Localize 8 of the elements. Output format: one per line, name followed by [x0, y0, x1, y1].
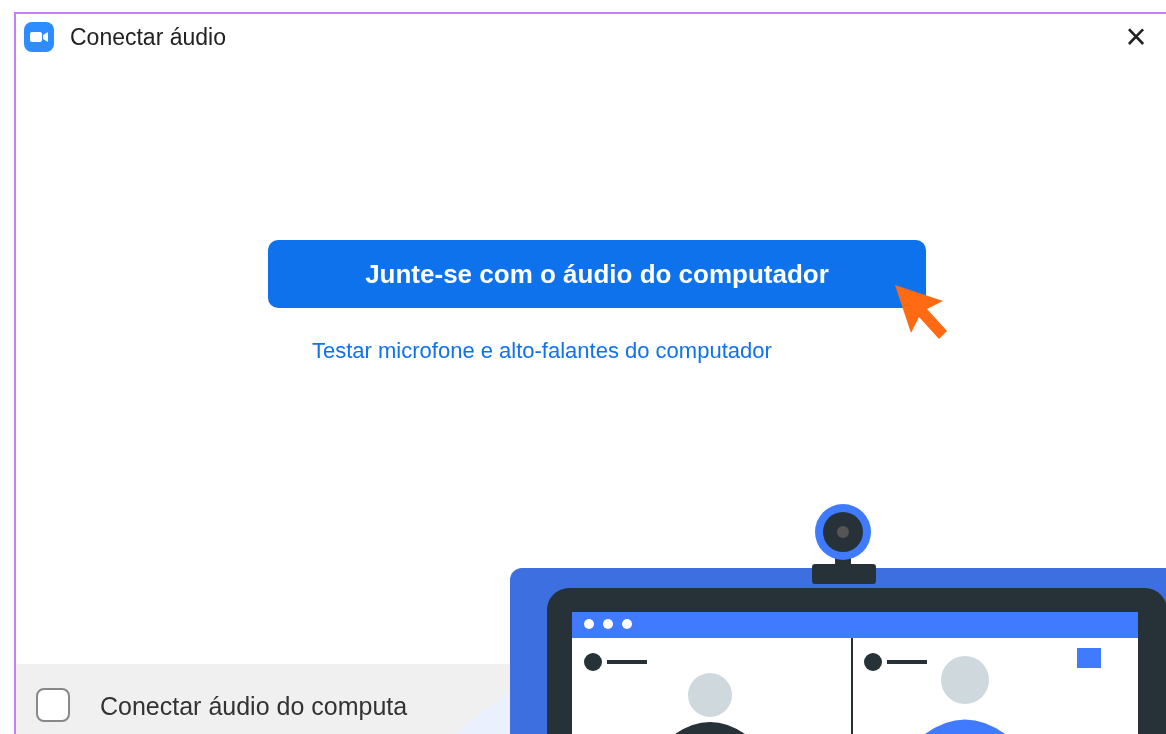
join-audio-button[interactable]: Junte-se com o áudio do computador	[268, 240, 926, 308]
video-camera-icon	[24, 22, 54, 52]
checkbox[interactable]	[36, 688, 70, 722]
test-audio-link[interactable]: Testar microfone e alto-falantes do computador	[312, 334, 772, 367]
window-title: Conectar áudio	[70, 22, 226, 52]
checkbox-label: Conectar áudio do computa	[100, 691, 408, 722]
close-button[interactable]: ×	[1118, 19, 1154, 55]
cursor-icon	[893, 283, 949, 341]
